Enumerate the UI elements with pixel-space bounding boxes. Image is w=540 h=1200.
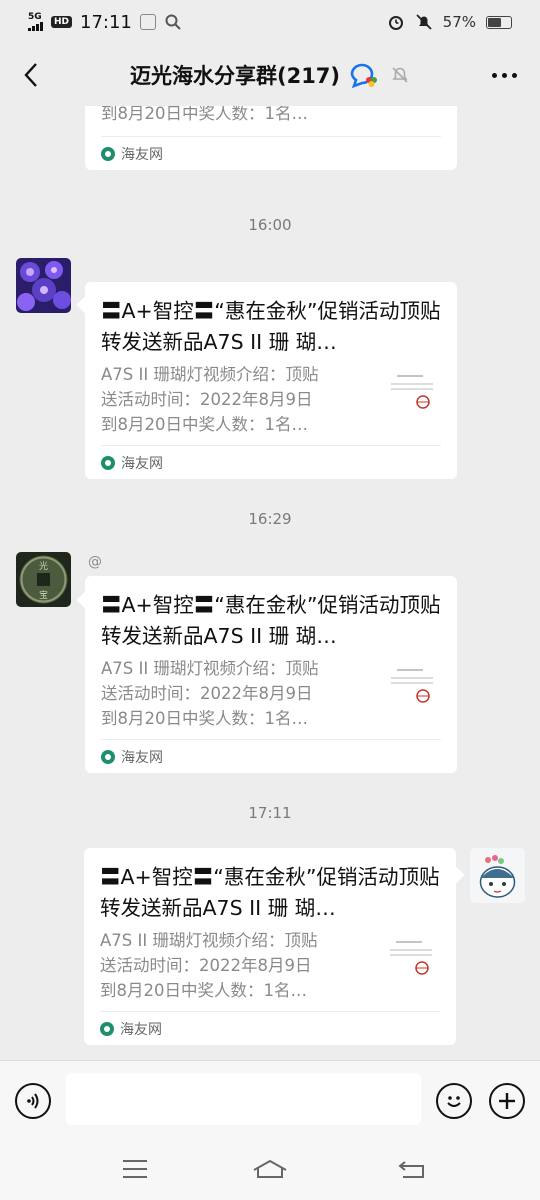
card-source: 海友网 — [101, 739, 441, 773]
card-desc-line: 送活动时间：2022年8月9日 — [101, 684, 313, 703]
message-timestamp: 16:00 — [248, 216, 292, 234]
system-navigation-bar — [0, 1140, 540, 1200]
card-desc-line: 送活动时间：2022年8月9日 — [100, 956, 312, 975]
avatar[interactable] — [470, 848, 525, 903]
message-timestamp: 17:11 — [248, 804, 292, 822]
group-chat-bubble-icon — [350, 63, 378, 88]
card-title: 〓A+智控〓“惠在金秋”促销活动顶贴转发送新品A7S II 珊 瑚… — [101, 593, 441, 648]
source-logo-icon — [101, 146, 115, 161]
card-source-name: 海友网 — [121, 146, 163, 163]
article-thumbnail — [383, 660, 441, 718]
card-desc-line: A7S II 珊瑚灯视频介绍：顶贴 — [100, 931, 318, 950]
card-desc-line: 到8月20日中奖人数：1名… — [101, 415, 308, 434]
svg-text:宝: 宝 — [39, 589, 48, 601]
app-notification-icon — [139, 14, 156, 30]
search-icon — [165, 14, 181, 30]
source-logo-icon — [101, 455, 115, 470]
shared-link-card[interactable]: 〓A+智控〓“惠在金秋”促销活动顶贴转发送新品A7S II 珊 瑚… A7S I… — [85, 282, 457, 479]
card-source: 海友网 — [100, 1011, 440, 1045]
smiley-icon — [447, 1096, 461, 1107]
menu-button[interactable] — [115, 1154, 155, 1184]
avatar[interactable] — [16, 258, 71, 313]
voice-wave-icon — [27, 1093, 39, 1109]
source-logo-icon — [100, 1021, 114, 1036]
mute-bell-icon — [392, 67, 408, 83]
battery-percent: 57% — [442, 13, 476, 31]
svg-text:光: 光 — [39, 560, 48, 572]
message-input-bar — [0, 1060, 540, 1140]
more-functions-button[interactable] — [489, 1083, 525, 1119]
card-desc-line: 到8月20日中奖人数：1名… — [101, 709, 308, 728]
card-title: 〓A+智控〓“惠在金秋”促销活动顶贴转发送新品A7S II 珊 瑚… — [100, 865, 440, 920]
article-thumbnail — [383, 366, 441, 424]
mute-bell-icon — [416, 14, 432, 30]
card-desc-line: A7S II 珊瑚灯视频介绍：顶贴 — [101, 365, 319, 384]
more-options-button[interactable] — [484, 58, 524, 92]
voice-input-button[interactable] — [15, 1083, 51, 1119]
card-source: 海友网 — [101, 136, 441, 170]
card-desc-line: 送活动时间：2022年8月9日 — [101, 390, 313, 409]
mention-label: @ — [88, 554, 102, 570]
message-timestamp: 16:29 — [248, 510, 292, 528]
chat-message-list[interactable]: 送活动时间：2022年8月9日 到8月20日中奖人数：1名… 海友网 16:00… — [0, 106, 540, 1060]
alarm-icon — [388, 16, 403, 30]
battery-icon — [486, 15, 512, 29]
chat-header: 迈光海水分享群(217) — [0, 44, 540, 106]
hd-badge: HD — [51, 16, 73, 28]
card-source-name: 海友网 — [121, 455, 163, 472]
card-source-name: 海友网 — [120, 1021, 162, 1038]
card-desc-line: A7S II 珊瑚灯视频介绍：顶贴 — [101, 659, 319, 678]
emoji-button[interactable] — [436, 1083, 472, 1119]
card-source-name: 海友网 — [121, 749, 163, 766]
menu-icon — [123, 1160, 147, 1178]
network-type: 5G — [28, 12, 42, 22]
signal-indicator: 5G — [28, 13, 43, 31]
status-bar: 5G HD 17:11 57% — [0, 0, 540, 44]
clock: 17:11 — [80, 11, 132, 33]
page-title: 迈光海水分享群(217) — [129, 64, 341, 88]
avatar[interactable]: 光 宝 — [16, 552, 71, 607]
chevron-left-icon — [24, 63, 37, 87]
card-source: 海友网 — [101, 445, 441, 479]
plus-icon — [499, 1093, 515, 1109]
signal-bars-icon — [28, 22, 43, 31]
article-thumbnail — [382, 932, 440, 990]
return-icon — [398, 1161, 424, 1178]
back-button[interactable] — [14, 58, 48, 92]
shared-link-card[interactable]: 〓A+智控〓“惠在金秋”促销活动顶贴转发送新品A7S II 珊 瑚… A7S I… — [85, 576, 457, 773]
shared-link-card[interactable]: 〓A+智控〓“惠在金秋”促销活动顶贴转发送新品A7S II 珊 瑚… A7S I… — [84, 848, 456, 1045]
back-nav-button[interactable] — [392, 1154, 432, 1184]
home-button[interactable] — [250, 1154, 290, 1184]
card-desc-line: 到8月20日中奖人数：1名… — [100, 981, 307, 1000]
shared-link-card[interactable]: 送活动时间：2022年8月9日 到8月20日中奖人数：1名… 海友网 — [85, 106, 457, 170]
home-icon — [253, 1159, 287, 1178]
card-title: 〓A+智控〓“惠在金秋”促销活动顶贴转发送新品A7S II 珊 瑚… — [101, 299, 441, 354]
article-thumbnail — [383, 106, 441, 128]
message-input[interactable] — [66, 1073, 421, 1125]
card-desc-line: 到8月20日中奖人数：1名… — [101, 106, 308, 123]
source-logo-icon — [101, 749, 115, 764]
